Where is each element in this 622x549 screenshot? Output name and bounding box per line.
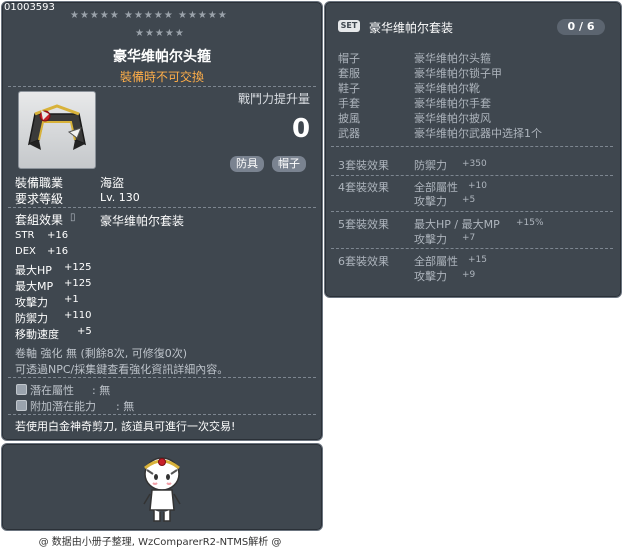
set-effect-value: +5 xyxy=(462,195,476,205)
level-label: 要求等級 xyxy=(15,192,64,206)
stat-value: +16 xyxy=(47,230,69,241)
set-tooltip-panel: SET 豪华维帕尔套装 0 / 6 帽子 豪华维帕尔头箍 套服 豪华维帕尔锁子甲… xyxy=(324,1,622,298)
stat-value: +110 xyxy=(64,310,92,321)
set-effect-value: +15% xyxy=(516,218,544,228)
level-value: Lv. 130 xyxy=(100,191,140,204)
set-part-slot: 套服 xyxy=(338,67,360,80)
stat-name: 移動速度 xyxy=(15,328,59,341)
set-effect-value: +350 xyxy=(462,159,487,169)
stat-name: 防禦力 xyxy=(15,312,48,325)
divider xyxy=(8,207,316,208)
scroll-info: 卷軸 強化 無 (剩餘8次, 可修復0次) xyxy=(15,347,188,360)
set-part-slot: 披風 xyxy=(338,112,360,125)
divider xyxy=(8,414,316,415)
star-row-1: ★★★★★ ★★★★★ ★★★★★ xyxy=(70,10,228,21)
damage-label: 戰鬥力提升量 xyxy=(238,92,311,106)
set-part-item: 豪华维帕尔手套 xyxy=(414,97,491,110)
set-effect-stat: 全部屬性 xyxy=(414,255,458,268)
avatar-preview-panel xyxy=(1,443,323,531)
stat-name: 攻擊力 xyxy=(15,296,48,309)
potential-bullet-icon xyxy=(16,384,27,395)
set-effect-value: +10 xyxy=(468,181,487,191)
stat-name: 最大HP xyxy=(15,264,52,277)
set-effect-stat: 攻擊力 xyxy=(414,233,447,246)
set-effect-value: +15 xyxy=(468,255,487,265)
item-code: 01003593 xyxy=(4,2,55,13)
bonus-potential-value: : 無 xyxy=(116,400,135,413)
stat-value: +125 xyxy=(64,262,92,273)
set-effect-tier: 6套裝效果 xyxy=(338,255,389,268)
lock-icon: ▯ xyxy=(70,212,76,223)
set-effect-tier: 5套裝效果 xyxy=(338,218,389,231)
stat-value: +125 xyxy=(64,278,92,289)
stat-name: STR xyxy=(15,230,35,241)
set-effect-stat: 防禦力 xyxy=(414,159,447,172)
set-part-slot: 鞋子 xyxy=(338,82,360,95)
item-title: 豪华维帕尔头箍 xyxy=(113,49,211,65)
trade-note: 裝備時不可交換 xyxy=(119,70,204,84)
item-icon-frame xyxy=(18,91,96,169)
set-part-item: 豪华维帕尔头箍 xyxy=(414,52,491,65)
bonus-potential-bullet-icon xyxy=(16,400,27,411)
divider xyxy=(331,248,613,249)
potential-label: 潛在屬性 xyxy=(30,384,74,397)
helmet-icon xyxy=(27,104,87,150)
job-label: 裝備職業 xyxy=(15,176,64,190)
set-effect-tier: 3套裝效果 xyxy=(338,159,389,172)
set-part-item: 豪华维帕尔锁子甲 xyxy=(414,67,502,80)
set-part-slot: 武器 xyxy=(338,127,360,140)
set-effect-value: +7 xyxy=(462,233,476,243)
footer-credit: @ 数据由小册子整理, WzComparerR2-NTMS解析 @ xyxy=(38,537,282,548)
star-row-2: ★★★★★ xyxy=(135,28,185,39)
divider xyxy=(8,377,316,378)
enhance-info: 可透過NPC/採集鍵查看強化資訊詳細內容。 xyxy=(15,363,229,376)
set-effect-stat: 最大HP / 最大MP xyxy=(414,218,500,231)
bonus-potential-label: 附加潛在能力 xyxy=(30,400,96,413)
set-name: 豪华维帕尔套装 xyxy=(100,214,185,228)
set-effect-stat: 攻擊力 xyxy=(414,270,447,283)
stat-name: DEX xyxy=(15,246,36,257)
divider xyxy=(331,146,613,147)
stat-value: +16 xyxy=(47,246,69,257)
set-part-item: 豪华维帕尔靴 xyxy=(414,82,480,95)
stat-name: 最大MP xyxy=(15,280,54,293)
divider xyxy=(8,86,316,87)
character-avatar-icon xyxy=(143,457,181,522)
damage-value: 0 xyxy=(292,114,311,144)
set-part-item: 豪华维帕尔武器中选择1个 xyxy=(414,127,542,140)
set-effect-value: +9 xyxy=(462,270,476,280)
divider xyxy=(331,175,613,176)
set-badge: SET xyxy=(338,20,360,32)
set-effect-label: 套組效果 xyxy=(15,213,64,227)
set-part-item: 豪华维帕尔披风 xyxy=(414,112,491,125)
set-part-slot: 帽子 xyxy=(338,52,360,65)
divider xyxy=(331,211,613,212)
stat-value: +1 xyxy=(64,294,79,305)
scissors-note: 若使用白金神奇剪刀, 該道具可進行一次交易! xyxy=(15,420,236,433)
potential-value: : 無 xyxy=(92,384,111,397)
set-part-slot: 手套 xyxy=(338,97,360,110)
set-count: 0 / 6 xyxy=(557,19,605,35)
job-value: 海盜 xyxy=(100,176,125,190)
tag-hat: 帽子 xyxy=(272,156,306,172)
set-effect-tier: 4套裝效果 xyxy=(338,181,389,194)
tag-armor: 防具 xyxy=(230,156,264,172)
set-effect-stat: 攻擊力 xyxy=(414,195,447,208)
item-tooltip-panel: 01003593 ★★★★★ ★★★★★ ★★★★★ ★★★★★ 豪华维帕尔头箍… xyxy=(1,1,323,441)
set-title: 豪华维帕尔套装 xyxy=(369,21,454,35)
stat-value: +5 xyxy=(77,326,92,337)
